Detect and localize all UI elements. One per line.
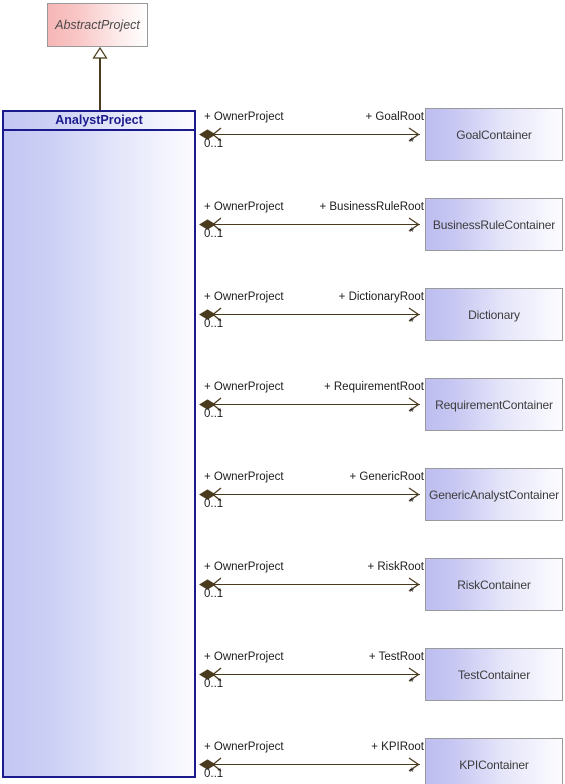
class-name-container: RequirementContainer xyxy=(435,397,553,412)
class-name-container: GoalContainer xyxy=(456,127,532,142)
association-source-role: + OwnerProject xyxy=(204,651,284,663)
association-source-multiplicity: 0..1 xyxy=(204,588,224,600)
association-source-role: + OwnerProject xyxy=(204,741,284,753)
generalization-connector[interactable] xyxy=(92,47,108,111)
association-row[interactable]: + OwnerProject 0..1 + GenericRoot * xyxy=(196,468,428,521)
association-target-multiplicity: * xyxy=(409,497,414,509)
association-target-multiplicity: * xyxy=(409,317,414,329)
association-line xyxy=(213,764,420,766)
class-name-abstract-project: AbstractProject xyxy=(55,18,140,32)
class-name-container: RiskContainer xyxy=(457,577,531,592)
association-source-role: + OwnerProject xyxy=(204,561,284,573)
class-header-analyst-project: AnalystProject xyxy=(4,112,194,131)
association-target-multiplicity: * xyxy=(409,227,414,239)
association-source-role: + OwnerProject xyxy=(204,381,284,393)
class-name-container: KPIContainer xyxy=(459,757,529,772)
class-box-container[interactable]: GenericAnalystContainer xyxy=(425,468,563,521)
association-line xyxy=(213,494,420,496)
association-row[interactable]: + OwnerProject 0..1 + RequirementRoot * xyxy=(196,378,428,431)
association-row[interactable]: + OwnerProject 0..1 + BusinessRuleRoot * xyxy=(196,198,428,251)
association-target-role: + GenericRoot xyxy=(349,471,424,483)
class-box-container[interactable]: TestContainer xyxy=(425,648,563,701)
association-line xyxy=(213,584,420,586)
association-line xyxy=(213,674,420,676)
association-source-role: + OwnerProject xyxy=(204,291,284,303)
class-box-container[interactable]: RiskContainer xyxy=(425,558,563,611)
class-name-container: Dictionary xyxy=(468,307,520,322)
association-source-multiplicity: 0..1 xyxy=(204,498,224,510)
class-box-container[interactable]: BusinessRuleContainer xyxy=(425,198,563,251)
class-name-container: TestContainer xyxy=(457,667,531,682)
association-row[interactable]: + OwnerProject 0..1 + TestRoot * xyxy=(196,648,428,701)
association-line xyxy=(213,134,420,136)
association-target-multiplicity: * xyxy=(409,137,414,149)
association-line xyxy=(213,404,420,406)
association-row[interactable]: + OwnerProject 0..1 + GoalRoot * xyxy=(196,108,428,161)
association-source-role: + OwnerProject xyxy=(204,111,284,123)
association-target-multiplicity: * xyxy=(409,677,414,689)
association-source-multiplicity: 0..1 xyxy=(204,678,224,690)
association-target-role: + GoalRoot xyxy=(365,111,425,123)
class-box-container[interactable]: RequirementContainer xyxy=(425,378,563,431)
association-target-multiplicity: * xyxy=(409,407,414,419)
association-source-multiplicity: 0..1 xyxy=(204,138,224,150)
class-box-analyst-project[interactable]: AnalystProject xyxy=(2,110,196,778)
class-name-analyst-project: AnalystProject xyxy=(55,113,143,127)
association-target-role: + RequirementRoot xyxy=(323,381,424,393)
class-box-container[interactable]: KPIContainer xyxy=(425,738,563,784)
association-row[interactable]: + OwnerProject 0..1 + DictionaryRoot * xyxy=(196,288,428,341)
class-box-abstract-project[interactable]: AbstractProject xyxy=(47,3,148,47)
association-source-multiplicity: 0..1 xyxy=(204,408,224,420)
association-source-role: + OwnerProject xyxy=(204,201,284,213)
association-target-role: + RiskRoot xyxy=(367,561,424,573)
class-box-container[interactable]: Dictionary xyxy=(425,288,563,341)
association-target-role: + BusinessRuleRoot xyxy=(319,201,424,213)
association-source-multiplicity: 0..1 xyxy=(204,768,224,780)
association-source-multiplicity: 0..1 xyxy=(204,318,224,330)
association-source-role: + OwnerProject xyxy=(204,471,284,483)
association-row[interactable]: + OwnerProject 0..1 + KPIRoot * xyxy=(196,738,428,784)
generalization-stem xyxy=(99,58,101,111)
class-name-container: BusinessRuleContainer xyxy=(432,217,556,232)
uml-class-diagram-canvas: AbstractProject AnalystProject + OwnerPr… xyxy=(0,0,565,784)
association-line xyxy=(213,224,420,226)
association-target-role: + DictionaryRoot xyxy=(338,291,424,303)
association-target-multiplicity: * xyxy=(409,587,414,599)
association-line xyxy=(213,314,420,316)
association-target-role: + TestRoot xyxy=(368,651,424,663)
association-target-role: + KPIRoot xyxy=(371,741,424,753)
association-target-multiplicity: * xyxy=(409,767,414,779)
association-source-multiplicity: 0..1 xyxy=(204,228,224,240)
class-box-container[interactable]: GoalContainer xyxy=(425,108,563,161)
class-name-container: GenericAnalystContainer xyxy=(429,487,559,502)
association-row[interactable]: + OwnerProject 0..1 + RiskRoot * xyxy=(196,558,428,611)
